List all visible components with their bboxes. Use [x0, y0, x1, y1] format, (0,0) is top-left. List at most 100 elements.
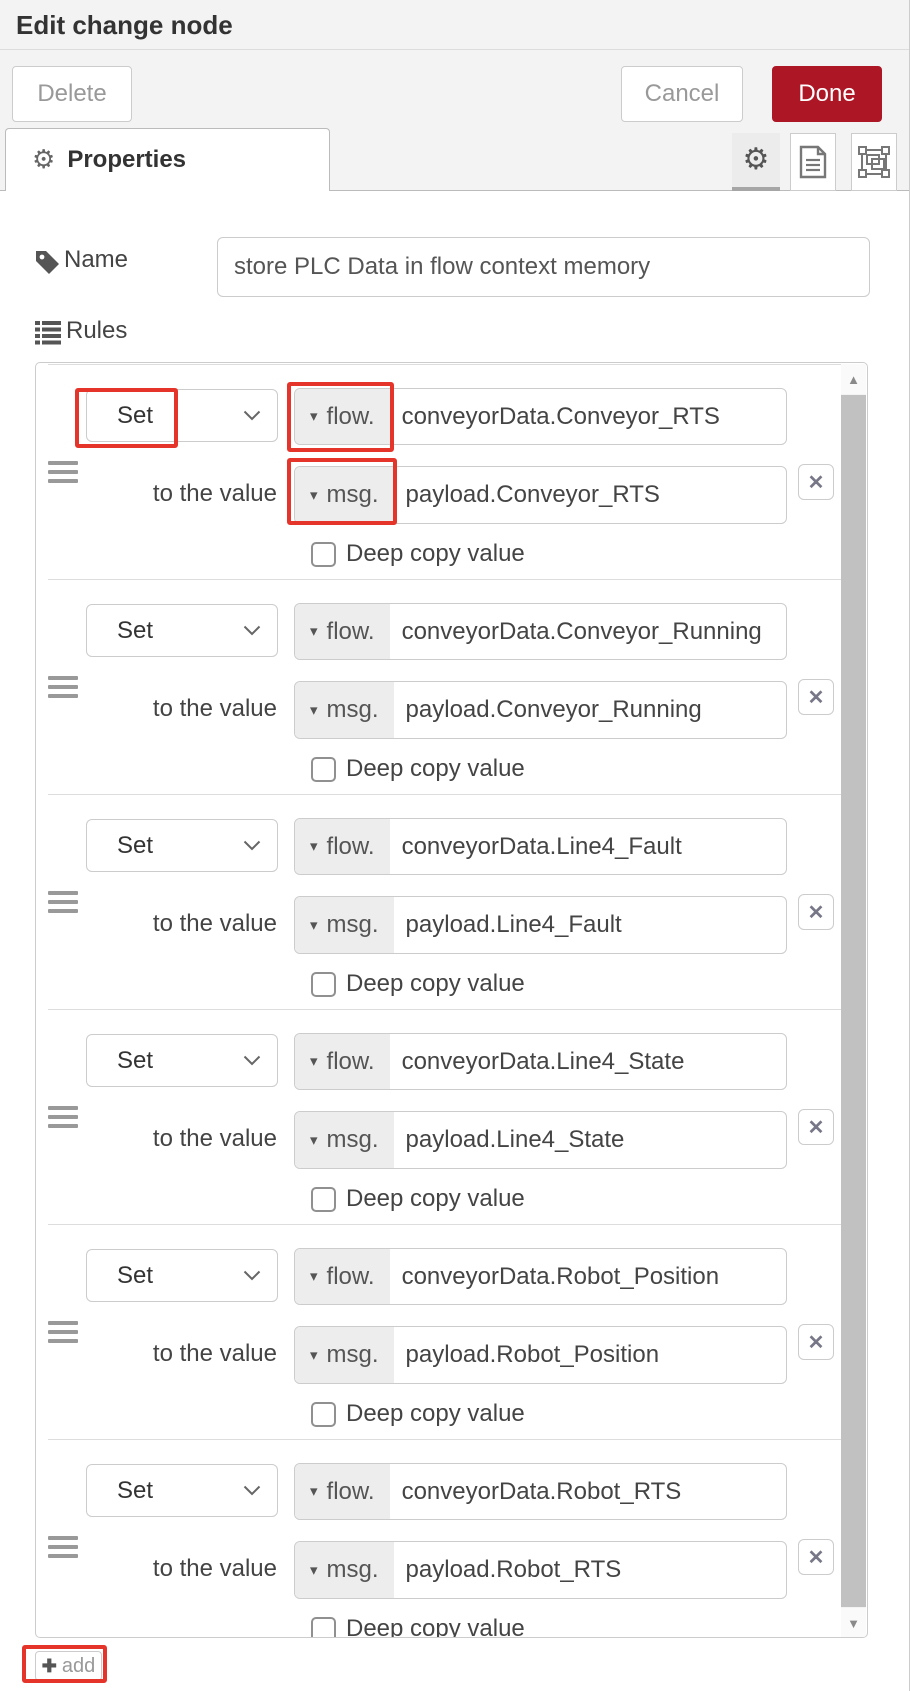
deep-copy-checkbox[interactable]	[311, 1617, 336, 1639]
dialog-title: Edit change node	[16, 10, 233, 41]
deep-copy-label: Deep copy value	[346, 755, 525, 783]
rule-action-select[interactable]: Set	[86, 1034, 278, 1087]
rule-action-select[interactable]: Set	[86, 604, 278, 657]
rule-value-value: payload.Line4_State	[394, 1112, 625, 1168]
chevron-down-icon	[243, 1485, 261, 1496]
target-type-label: flow.	[327, 1048, 375, 1076]
deep-copy-checkbox[interactable]	[311, 1187, 336, 1212]
rule-value-value: payload.Robot_Position	[394, 1327, 660, 1383]
remove-rule-button[interactable]: ✕	[798, 1539, 834, 1575]
rule-target-input[interactable]: ▾ flow. conveyorData.Robot_Position	[294, 1248, 787, 1305]
add-rule-button[interactable]: ✚ add	[35, 1651, 102, 1681]
rule-value-input[interactable]: ▾ msg. payload.Robot_RTS	[294, 1541, 787, 1599]
rule-action-select[interactable]: Set	[86, 1249, 278, 1302]
rule-target-input[interactable]: ▾ flow. conveyorData.Robot_RTS	[294, 1463, 787, 1520]
rule-value-value: payload.Line4_Fault	[394, 897, 622, 953]
caret-down-icon: ▾	[310, 409, 318, 424]
rule-action-value: Set	[87, 617, 243, 645]
rule-target-value: conveyorData.Line4_State	[390, 1034, 685, 1089]
to-the-value-label: to the value	[37, 480, 277, 508]
target-type-dropdown[interactable]: ▾ flow.	[295, 1034, 390, 1089]
done-button[interactable]: Done	[772, 66, 882, 122]
deep-copy-row: Deep copy value	[311, 540, 525, 568]
remove-rule-button[interactable]: ✕	[798, 1324, 834, 1360]
target-type-dropdown[interactable]: ▾ flow.	[295, 389, 390, 444]
deep-copy-label: Deep copy value	[346, 970, 525, 998]
caret-down-icon: ▾	[310, 1054, 318, 1069]
add-rule-label: add	[62, 1655, 95, 1678]
value-type-label: msg.	[327, 1556, 379, 1584]
target-type-dropdown[interactable]: ▾ flow.	[295, 1249, 390, 1304]
rule-target-input[interactable]: ▾ flow. conveyorData.Conveyor_RTS	[294, 388, 787, 445]
value-type-dropdown[interactable]: ▾ msg.	[295, 1327, 394, 1383]
node-settings-button[interactable]: ⚙	[732, 133, 780, 191]
rule-divider	[48, 579, 843, 580]
delete-button[interactable]: Delete	[12, 66, 132, 122]
rule-value-input[interactable]: ▾ msg. payload.Line4_State	[294, 1111, 787, 1169]
caret-down-icon: ▾	[310, 918, 318, 933]
rule-value-input[interactable]: ▾ msg. payload.Line4_Fault	[294, 896, 787, 954]
deep-copy-checkbox[interactable]	[311, 1402, 336, 1427]
value-type-dropdown[interactable]: ▾ msg.	[295, 682, 394, 738]
rule-action-select[interactable]: Set	[86, 819, 278, 872]
plus-icon: ✚	[42, 1656, 57, 1677]
rule-row: Set ▾ flow. conveyorData.Robot_RTS to th…	[37, 1439, 843, 1638]
rule-value-input[interactable]: ▾ msg. payload.Conveyor_RTS	[294, 466, 787, 524]
document-icon	[799, 145, 827, 179]
rule-target-input[interactable]: ▾ flow. conveyorData.Line4_State	[294, 1033, 787, 1090]
rule-action-select[interactable]: Set	[86, 1464, 278, 1517]
value-type-dropdown[interactable]: ▾ msg.	[295, 1112, 394, 1168]
deep-copy-checkbox[interactable]	[311, 972, 336, 997]
triangle-up-icon[interactable]: ▲	[841, 364, 866, 394]
chevron-down-icon	[243, 840, 261, 851]
node-appearance-button[interactable]	[851, 133, 897, 191]
rule-action-value: Set	[87, 1047, 243, 1075]
caret-down-icon: ▾	[310, 703, 318, 718]
target-type-dropdown[interactable]: ▾ flow.	[295, 604, 390, 659]
rule-divider	[48, 1224, 843, 1225]
target-type-dropdown[interactable]: ▾ flow.	[295, 1464, 390, 1519]
rule-value-input[interactable]: ▾ msg. payload.Robot_Position	[294, 1326, 787, 1384]
deep-copy-row: Deep copy value	[311, 970, 525, 998]
remove-rule-button[interactable]: ✕	[798, 894, 834, 930]
deep-copy-label: Deep copy value	[346, 540, 525, 568]
triangle-down-icon[interactable]: ▼	[841, 1608, 866, 1638]
tab-properties[interactable]: ⚙ Properties	[5, 128, 330, 191]
caret-down-icon: ▾	[310, 1563, 318, 1578]
deep-copy-row: Deep copy value	[311, 755, 525, 783]
rule-action-select[interactable]: Set	[86, 389, 278, 442]
remove-rule-button[interactable]: ✕	[798, 1109, 834, 1145]
cancel-button[interactable]: Cancel	[621, 66, 743, 122]
target-type-label: flow.	[327, 1263, 375, 1291]
deep-copy-label: Deep copy value	[346, 1615, 525, 1638]
rules-container: Set ▾ flow. conveyorData.Conveyor_RTS to…	[35, 362, 868, 1638]
rule-value-input[interactable]: ▾ msg. payload.Conveyor_Running	[294, 681, 787, 739]
remove-rule-button[interactable]: ✕	[798, 464, 834, 500]
value-type-dropdown[interactable]: ▾ msg.	[295, 467, 394, 523]
to-the-value-label: to the value	[37, 695, 277, 723]
rule-row: Set ▾ flow. conveyorData.Line4_Fault to …	[37, 794, 843, 1009]
value-type-dropdown[interactable]: ▾ msg.	[295, 1542, 394, 1598]
node-description-button[interactable]	[790, 133, 836, 191]
target-type-label: flow.	[327, 403, 375, 431]
target-type-label: flow.	[327, 833, 375, 861]
deep-copy-checkbox[interactable]	[311, 757, 336, 782]
to-the-value-label: to the value	[37, 1125, 277, 1153]
value-type-label: msg.	[327, 481, 379, 509]
target-type-dropdown[interactable]: ▾ flow.	[295, 819, 390, 874]
remove-rule-button[interactable]: ✕	[798, 679, 834, 715]
caret-down-icon: ▾	[310, 624, 318, 639]
target-type-label: flow.	[327, 1478, 375, 1506]
scrollbar-thumb[interactable]	[841, 395, 866, 1607]
rule-action-value: Set	[87, 1477, 243, 1505]
rules-scrollbar[interactable]: ▲ ▼	[841, 364, 866, 1638]
rule-target-input[interactable]: ▾ flow. conveyorData.Line4_Fault	[294, 818, 787, 875]
value-type-dropdown[interactable]: ▾ msg.	[295, 897, 394, 953]
tag-icon	[35, 250, 60, 275]
to-the-value-label: to the value	[37, 1340, 277, 1368]
rule-target-input[interactable]: ▾ flow. conveyorData.Conveyor_Running	[294, 603, 787, 660]
deep-copy-checkbox[interactable]	[311, 542, 336, 567]
rule-value-value: payload.Conveyor_Running	[394, 682, 702, 738]
group-select-icon	[858, 146, 890, 178]
name-input[interactable]	[217, 237, 870, 297]
